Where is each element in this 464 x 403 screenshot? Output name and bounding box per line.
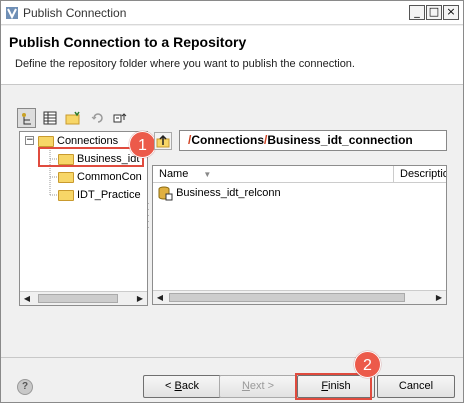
column-header-description[interactable]: Description [394, 166, 446, 183]
title-bar[interactable]: Publish Connection _ □ × [1, 1, 463, 25]
page-description: Define the repository folder where you w… [15, 58, 355, 70]
minimize-button[interactable]: _ [409, 5, 425, 20]
path-segment: Business_idt_connection [267, 133, 413, 147]
help-icon[interactable]: ? [17, 379, 33, 395]
back-prefix: < [165, 380, 175, 392]
back-mnemonic: B [174, 380, 182, 392]
current-path: /Connections/Business_idt_connection [179, 130, 447, 151]
new-folder-icon[interactable] [63, 108, 82, 128]
maximize-button[interactable]: □ [426, 5, 442, 20]
refresh-icon[interactable] [88, 108, 107, 128]
path-segment: Connections [191, 133, 265, 147]
column-label: Description [400, 168, 446, 180]
scroll-thumb[interactable] [38, 294, 118, 303]
next-mnemonic: N [241, 380, 250, 392]
column-label: Name [159, 168, 189, 180]
footer-separator [1, 357, 463, 358]
folder-up-icon [156, 134, 170, 148]
tree-view-icon[interactable] [17, 108, 36, 128]
scroll-right-icon[interactable]: ▶ [432, 291, 446, 304]
back-label: ack [181, 380, 199, 392]
collapse-all-icon[interactable] [111, 108, 130, 128]
highlight-box-finish [295, 373, 372, 400]
dialog-header: Publish Connection to a Repository Defin… [1, 26, 463, 85]
list-item-label: Business_idt_relconn [176, 187, 281, 199]
list-item[interactable]: Business_idt_relconn [157, 185, 281, 201]
connection-list[interactable]: Name ▼ Description Business_idt_relconn … [152, 165, 447, 305]
page-title: Publish Connection to a Repository [9, 34, 247, 50]
relational-connection-icon [158, 186, 173, 201]
step-badge-2: 2 [354, 351, 381, 378]
publish-connection-dialog: Publish Connection _ □ × Publish Connect… [0, 0, 464, 403]
app-icon [6, 7, 18, 20]
window-title: Publish Connection [23, 6, 127, 20]
back-button[interactable]: < Back [143, 375, 221, 398]
scroll-left-icon[interactable]: ◀ [153, 291, 167, 304]
tree-horizontal-scrollbar[interactable]: ◀ ▶ [20, 291, 147, 305]
scroll-thumb[interactable] [169, 293, 405, 302]
cancel-button[interactable]: Cancel [377, 375, 455, 398]
close-button[interactable]: × [443, 5, 459, 20]
column-header-name[interactable]: Name ▼ [153, 166, 394, 183]
next-button[interactable]: Next > [219, 375, 297, 398]
details-view-icon[interactable] [40, 108, 59, 128]
scroll-right-icon[interactable]: ▶ [133, 292, 147, 305]
next-label: ext > [249, 380, 275, 392]
scroll-left-icon[interactable]: ◀ [20, 292, 34, 305]
sort-arrow-icon: ▼ [203, 170, 212, 179]
highlight-box-selected-folder [38, 147, 144, 167]
list-horizontal-scrollbar[interactable]: ◀ ▶ [153, 290, 446, 304]
splitter-handle[interactable]: · · · · · [147, 200, 151, 232]
go-up-button[interactable] [154, 132, 172, 150]
step-badge-1: 1 [129, 131, 156, 158]
